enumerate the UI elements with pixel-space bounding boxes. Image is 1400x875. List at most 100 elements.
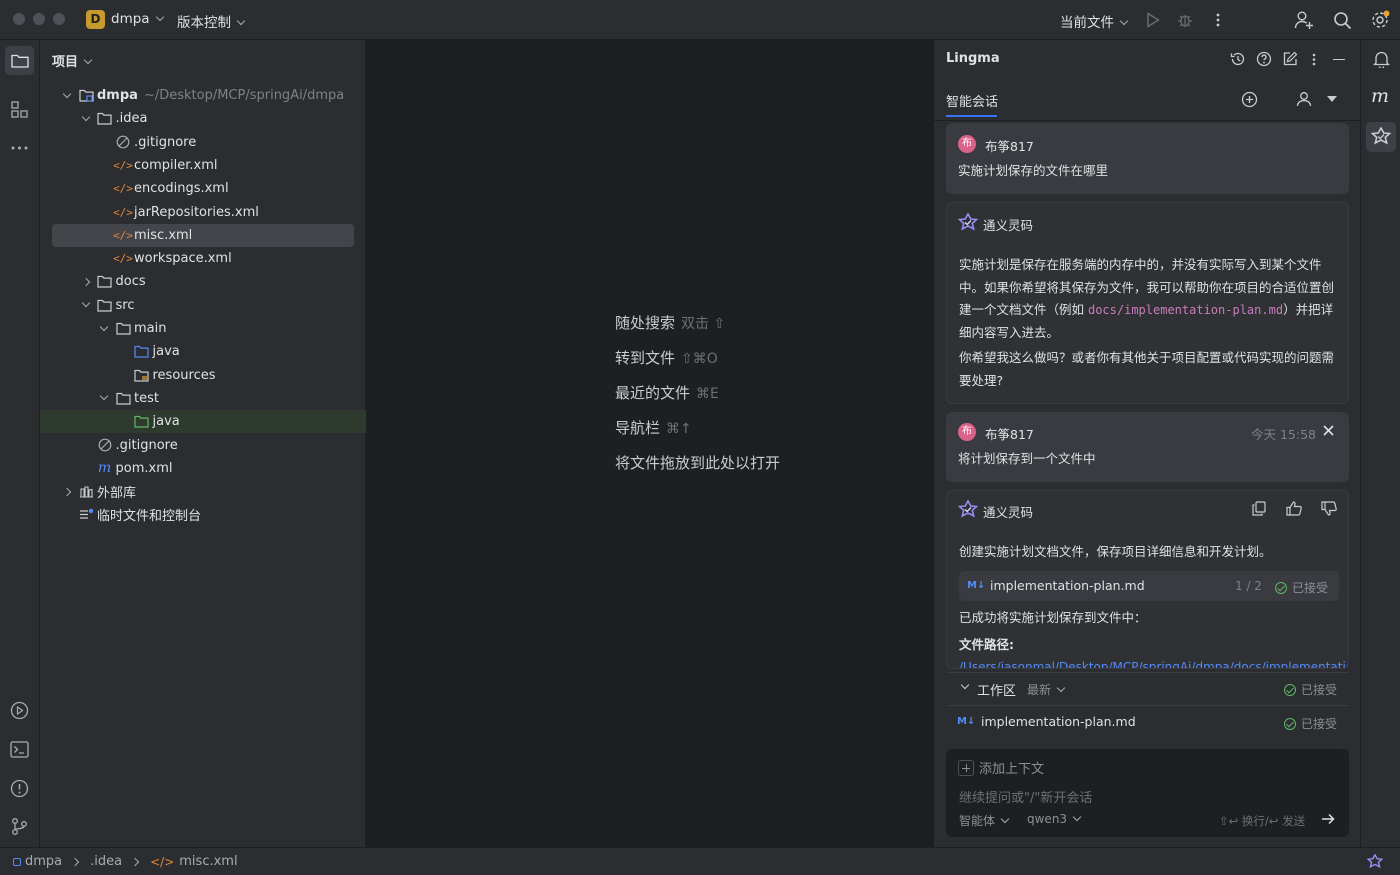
more-vertical-icon[interactable] bbox=[1307, 50, 1321, 68]
mode-selector[interactable]: 智能体 bbox=[959, 812, 1010, 829]
editor-area[interactable]: 随处搜索 双击 ⇧ 转到文件 ⇧⌘O 最近的文件 ⌘E 导航栏 ⌘↑ 将文件拖放到此处以打开 bbox=[367, 40, 933, 847]
run-config-selector[interactable]: 当前文件 bbox=[1060, 11, 1129, 31]
structure-icon[interactable] bbox=[9, 99, 30, 120]
minimize-icon[interactable] bbox=[1333, 59, 1345, 61]
add-circle-icon[interactable] bbox=[1240, 90, 1258, 108]
tree-item[interactable]: src bbox=[40, 294, 366, 317]
inline-code-path[interactable]: docs/implementation-plan.md bbox=[1088, 303, 1283, 317]
tree-item[interactable]: </> compiler.xml bbox=[40, 154, 366, 177]
tree-item[interactable]: m pom.xml bbox=[40, 457, 366, 480]
thumbs-up-icon[interactable] bbox=[1285, 500, 1303, 516]
workspace-filter[interactable]: 最新 bbox=[1027, 681, 1066, 698]
tree-item[interactable]: main bbox=[40, 317, 366, 340]
tree-item[interactable]: docs bbox=[40, 270, 366, 293]
tree-item[interactable]: .gitignore bbox=[40, 131, 366, 154]
problems-icon[interactable] bbox=[9, 778, 30, 799]
chevron-down-icon[interactable] bbox=[97, 322, 111, 332]
file-name: implementation-plan.md bbox=[981, 714, 1136, 729]
xml-file-icon: </> bbox=[113, 205, 133, 219]
message-text: 将计划保存到一个文件中 bbox=[958, 451, 1096, 466]
lingma-status-icon[interactable] bbox=[1366, 853, 1384, 871]
workspace-filter-label: 最新 bbox=[1027, 683, 1052, 697]
new-chat-edit-icon[interactable] bbox=[1281, 50, 1299, 68]
breadcrumb-item[interactable]: dmpa bbox=[25, 854, 62, 869]
minimize-window-button[interactable] bbox=[33, 13, 45, 25]
close-icon[interactable] bbox=[1321, 423, 1335, 437]
breadcrumb-item[interactable]: .idea bbox=[90, 854, 122, 869]
run-icon[interactable] bbox=[1144, 11, 1162, 29]
user-profile-icon[interactable] bbox=[1295, 90, 1313, 108]
folder-icon bbox=[97, 274, 113, 290]
notifications-bell-icon[interactable] bbox=[1371, 49, 1391, 69]
project-folder-icon[interactable] bbox=[5, 46, 34, 75]
vcs-menu[interactable]: 版本控制 bbox=[177, 11, 246, 31]
message-text: 创建实施计划文档文件，保存项目详细信息和开发计划。 bbox=[959, 544, 1272, 559]
tree-item[interactable]: .idea bbox=[40, 107, 366, 130]
tab-smart-chat[interactable]: 智能会话 bbox=[946, 91, 998, 110]
chat-input-placeholder[interactable]: 继续提问或"/"新开会话 bbox=[959, 787, 1092, 806]
hint-label: 转到文件 bbox=[615, 349, 676, 367]
zoom-window-button[interactable] bbox=[53, 13, 65, 25]
workspace-file-row[interactable]: M↓ implementation-plan.md 已接受 bbox=[946, 705, 1349, 739]
user-name: 布筝817 bbox=[985, 427, 1034, 442]
debug-icon[interactable] bbox=[1176, 11, 1194, 29]
folder-icon bbox=[97, 111, 113, 127]
tree-item[interactable]: .gitignore bbox=[40, 434, 366, 457]
chat-input-box[interactable]: 添加上下文 继续提问或"/"新开会话 智能体 qwen3 ⇧↩ 换行/↩ 发送 bbox=[946, 749, 1349, 837]
send-arrow-icon[interactable] bbox=[1320, 811, 1336, 827]
chevron-down-icon[interactable] bbox=[960, 680, 970, 690]
close-window-button[interactable] bbox=[13, 13, 25, 25]
history-icon[interactable] bbox=[1229, 50, 1247, 68]
more-vertical-icon[interactable] bbox=[1210, 11, 1226, 29]
search-icon[interactable] bbox=[1331, 9, 1353, 31]
chevron-down-icon[interactable] bbox=[60, 89, 74, 99]
settings-gear-icon[interactable] bbox=[1369, 9, 1391, 31]
copy-icon[interactable] bbox=[1251, 500, 1267, 516]
tree-item-label: encodings.xml bbox=[134, 181, 229, 197]
mode-label: 智能体 bbox=[959, 814, 996, 828]
resources-folder-icon bbox=[134, 367, 150, 383]
project-view-selector[interactable]: 项目 bbox=[52, 51, 93, 70]
tree-item[interactable]: </> jarRepositories.xml bbox=[40, 201, 366, 224]
folder-icon bbox=[97, 297, 113, 313]
lingma-assistant-icon[interactable] bbox=[1366, 122, 1396, 152]
tree-item[interactable]: dmpa ~/Desktop/MCP/springAi/dmpa bbox=[40, 84, 366, 107]
more-horizontal-icon[interactable] bbox=[9, 137, 30, 158]
vcs-label: 版本控制 bbox=[177, 15, 231, 31]
tree-item[interactable]: 临时文件和控制台 bbox=[40, 503, 366, 526]
project-badge[interactable]: D bbox=[86, 10, 105, 29]
chevron-right-icon[interactable] bbox=[60, 487, 74, 496]
check-circle-icon bbox=[1275, 581, 1287, 594]
help-icon[interactable] bbox=[1255, 50, 1273, 68]
avatar: 布 bbox=[958, 423, 976, 441]
chevron-down-icon[interactable] bbox=[79, 112, 93, 122]
tree-item[interactable]: java bbox=[40, 410, 366, 434]
terminal-icon[interactable] bbox=[9, 739, 30, 760]
add-context-button[interactable]: 添加上下文 bbox=[958, 758, 1044, 777]
maven-m-icon[interactable]: m bbox=[1371, 85, 1389, 107]
add-user-icon[interactable] bbox=[1293, 9, 1315, 31]
chevron-right-icon[interactable] bbox=[79, 277, 93, 287]
tree-item[interactable]: </> encodings.xml bbox=[40, 177, 366, 200]
caret-down-icon[interactable] bbox=[1327, 96, 1337, 102]
chevron-down-icon[interactable] bbox=[79, 298, 93, 308]
tree-item[interactable]: 外部库 bbox=[40, 480, 366, 503]
tree-item[interactable]: java bbox=[40, 340, 366, 363]
tree-item-path: ~/Desktop/MCP/springAi/dmpa bbox=[143, 88, 345, 103]
thumbs-down-icon[interactable] bbox=[1320, 500, 1338, 516]
tree-item[interactable]: </> workspace.xml bbox=[40, 247, 366, 270]
chevron-down-icon[interactable] bbox=[97, 392, 111, 401]
project-switcher[interactable]: dmpa bbox=[111, 11, 164, 27]
tree-item[interactable]: </> misc.xml bbox=[52, 223, 354, 247]
git-branch-icon[interactable] bbox=[9, 816, 30, 837]
assistant-name: 通义灵码 bbox=[983, 505, 1034, 520]
user-name: 布筝817 bbox=[985, 139, 1034, 154]
file-path-link[interactable]: /Users/jasonmal/Desktop/MCP/springAi/dmp… bbox=[959, 660, 1348, 668]
tree-item[interactable]: test bbox=[40, 387, 366, 410]
user-message: 布 布筝817 今天 15:58 将计划保存到一个文件中 bbox=[946, 412, 1349, 482]
file-change-card[interactable]: M↓ implementation-plan.md 1 / 2 已接受 bbox=[959, 571, 1339, 601]
breadcrumb-item[interactable]: misc.xml bbox=[179, 854, 237, 869]
model-selector[interactable]: qwen3 bbox=[1027, 812, 1082, 826]
tree-item[interactable]: resources bbox=[40, 364, 366, 387]
services-run-icon[interactable] bbox=[9, 700, 30, 721]
